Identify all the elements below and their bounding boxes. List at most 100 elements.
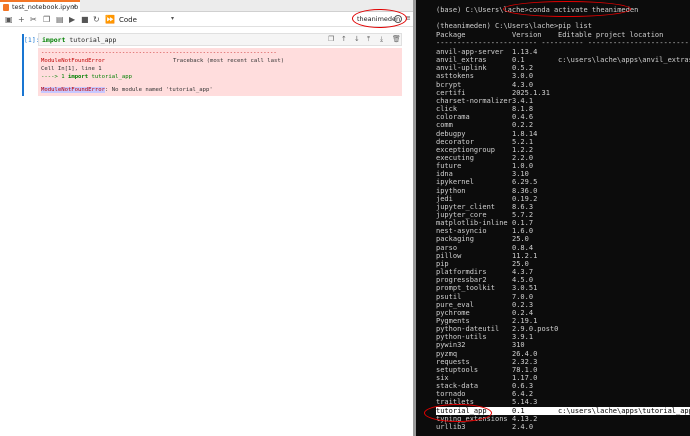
pip-package-row: jedi 0.19.2 [436, 195, 690, 203]
package-name: comm [436, 121, 453, 130]
pip-package-row: pip 25.0 [436, 260, 690, 268]
annotation-circle-command [503, 1, 631, 17]
pip-package-row: jupyter_client 8.6.3 [436, 203, 690, 211]
tab-label: test_notebook.ipynb [12, 3, 79, 11]
package-version: 2.19.1 [512, 316, 538, 325]
package-version: 310 [512, 341, 525, 350]
package-name: tornado [436, 390, 466, 399]
pip-package-row: bcrypt 4.3.0 [436, 81, 690, 89]
insert-above-icon[interactable]: ⤒ [367, 35, 370, 44]
pip-package-row: jupyter_core 5.7.2 [436, 211, 690, 219]
pip-package-row: python-utils 3.9.1 [436, 333, 690, 341]
package-name: pillow [436, 251, 462, 260]
package-version: 1.0.0 [512, 162, 534, 171]
cell-type-value: Code [119, 15, 137, 24]
package-name: setuptools [436, 365, 479, 374]
pip-package-row: progressbar2 4.5.0 [436, 276, 690, 284]
run-all-icon[interactable]: ⏩ [105, 15, 115, 24]
package-name: pip [436, 259, 449, 268]
pip-package-row: parso 0.8.4 [436, 244, 690, 252]
pip-package-row: stack-data 0.6.3 [436, 382, 690, 390]
cell-type-select[interactable]: Code ▾ [116, 14, 176, 25]
pip-package-row: click 8.1.8 [436, 105, 690, 113]
close-icon[interactable]: × [71, 3, 77, 11]
error-separator: ----------------------------------------… [41, 50, 277, 56]
package-version: 26.4.0 [512, 349, 538, 358]
package-location: c:\users\lache\apps\tutorial_app [558, 406, 690, 415]
code-keyword: import [42, 36, 66, 44]
delete-cell-icon[interactable]: 🗑 [392, 35, 401, 43]
package-version: 0.1 [512, 56, 525, 65]
stop-icon[interactable]: ■ [81, 15, 89, 24]
move-down-icon[interactable]: ↓ [354, 35, 360, 43]
package-version: 0.2.4 [512, 308, 534, 317]
package-name: decorator [436, 137, 474, 146]
package-version: 4.13.2 [512, 414, 538, 423]
package-version: 8.1.8 [512, 105, 534, 114]
restart-icon[interactable]: ↻ [93, 15, 100, 24]
package-version: 2025.1.31 [512, 88, 550, 97]
run-icon[interactable]: ▶ [69, 15, 75, 24]
cut-icon[interactable]: ✂ [30, 15, 37, 24]
tab-notebook[interactable]: test_notebook.ipynb × [0, 0, 80, 12]
jupyter-notebook-pane: test_notebook.ipynb × ▣ + ✂ ❐ ▤ ▶ ■ ↻ ⏩ … [0, 0, 413, 436]
add-cell-icon[interactable]: + [18, 15, 25, 24]
package-name: requests [436, 357, 470, 366]
error-arrow-line: ----> 1 import tutorial_app [41, 74, 132, 80]
duplicate-cell-icon[interactable]: ❐ [328, 35, 334, 43]
package-version: 1.2.2 [512, 145, 534, 154]
package-name: jupyter_core [436, 211, 487, 219]
package-version: 0.8.4 [512, 243, 534, 252]
package-version: 8.36.0 [512, 186, 538, 195]
package-name: anvil_extras [436, 56, 487, 65]
package-name: ipykernel [436, 178, 474, 187]
pip-package-row: decorator 5.2.1 [436, 138, 690, 146]
move-up-icon[interactable]: ↑ [341, 35, 347, 43]
terminal-pane[interactable]: (base) C:\Users\lache>conda activate the… [416, 0, 690, 436]
pip-package-row: pillow 11.2.1 [436, 252, 690, 260]
package-name: charset-normalizer [436, 96, 512, 105]
package-name: python-dateutil [436, 325, 500, 334]
package-version: 6.4.2 [512, 390, 534, 399]
error-code-keyword: import [67, 74, 89, 80]
pip-list-header: Package Version Editable project locatio… [436, 31, 663, 39]
pip-package-row: pychrome 0.2.4 [436, 309, 690, 317]
package-name: bcrypt [436, 80, 462, 89]
notebook-toolbar: ▣ + ✂ ❐ ▤ ▶ ■ ↻ ⏩ Code ▾ theanimeden ≡ [0, 12, 413, 27]
package-version: 3.0.51 [512, 284, 538, 293]
pip-package-row: Pygments 2.19.1 [436, 317, 690, 325]
package-version: 1.17.0 [512, 374, 538, 382]
package-name: packaging [436, 235, 474, 244]
package-version: 2.2.0 [512, 153, 534, 162]
package-version: 1.13.4 [512, 48, 538, 56]
pip-package-row: requests 2.32.3 [436, 358, 690, 366]
copy-icon[interactable]: ❐ [43, 15, 50, 24]
header-package: Package [436, 31, 466, 39]
package-name: executing [436, 153, 474, 162]
error-output: ----------------------------------------… [38, 48, 402, 96]
package-name: click [436, 105, 458, 114]
package-version: 0.6.3 [512, 382, 534, 391]
package-version: 0.1 [512, 406, 525, 415]
terminal-line-piplist: (theanimeden) C:\Users\lache>pip list [436, 22, 592, 30]
notebook-icon [3, 3, 9, 11]
code-cell-input[interactable]: import tutorial_app [38, 33, 402, 46]
insert-below-icon[interactable]: ⤓ [380, 35, 383, 44]
pip-package-row: six 1.17.0 [436, 374, 690, 382]
cell-reference: Cell In[1], line 1 [41, 66, 102, 72]
error-arrow: ----> 1 [41, 74, 68, 80]
package-version: 25.0 [512, 235, 529, 244]
pip-package-row: platformdirs 4.3.7 [436, 268, 690, 276]
package-name: progressbar2 [436, 276, 487, 285]
paste-icon[interactable]: ▤ [56, 15, 64, 24]
package-version: 4.3.7 [512, 268, 534, 277]
package-version: 5.2.1 [512, 137, 534, 146]
package-version: 4.3.0 [512, 80, 534, 89]
package-name: platformdirs [436, 268, 487, 277]
package-version: 5.7.2 [512, 211, 534, 219]
save-icon[interactable]: ▣ [5, 15, 13, 24]
package-name: exceptiongroup [436, 145, 496, 154]
package-version: 0.4.6 [512, 113, 534, 122]
package-version: 25.0 [512, 259, 529, 268]
error-final-line: ModuleNotFoundError: No module named 'tu… [41, 87, 213, 93]
